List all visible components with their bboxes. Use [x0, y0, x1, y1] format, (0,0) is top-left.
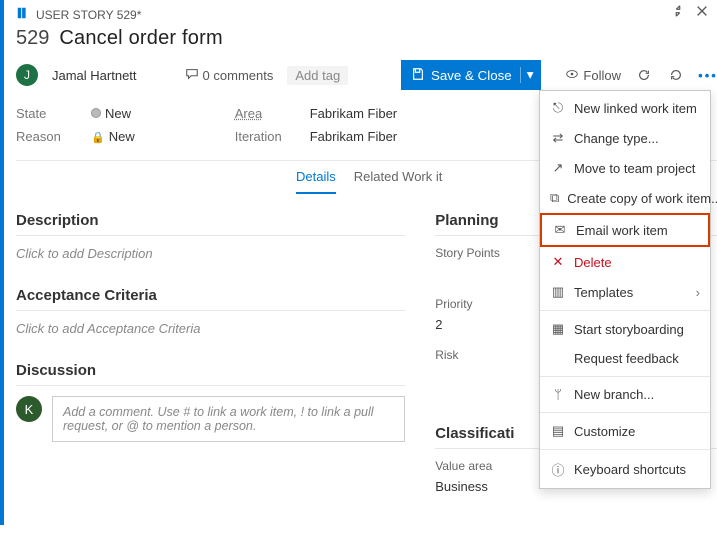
info-icon: ⓘ — [550, 460, 566, 479]
link-icon: ⎋ — [550, 100, 566, 116]
menu-email-work-item[interactable]: ✉ Email work item — [540, 213, 710, 247]
comments-button[interactable]: 0 comments — [185, 67, 274, 84]
copy-icon: ⧉ — [550, 190, 559, 206]
menu-new-branch[interactable]: ᛘ New branch... — [540, 380, 710, 409]
close-icon[interactable] — [695, 4, 709, 21]
menu-feedback[interactable]: Request feedback — [540, 344, 710, 373]
context-menu: ⎋ New linked work item ⇄ Change type... … — [539, 90, 711, 489]
comments-count: 0 comments — [203, 68, 274, 83]
area-value[interactable]: Fabrikam Fiber — [310, 106, 397, 121]
tab-related[interactable]: Related Work it — [354, 161, 443, 194]
move-icon: ↗ — [550, 160, 566, 176]
avatar: K — [16, 396, 42, 422]
avatar[interactable]: J — [16, 64, 38, 86]
menu-storyboard[interactable]: ▦ Start storyboarding — [540, 314, 710, 344]
page-title[interactable]: Cancel order form — [59, 27, 222, 50]
area-label: Area — [235, 106, 290, 121]
follow-label: Follow — [583, 68, 621, 83]
refresh-icon[interactable] — [635, 66, 653, 84]
save-and-close-button[interactable]: Save & Close ▾ — [401, 60, 541, 90]
lock-icon: 🔒 — [91, 132, 105, 144]
swap-icon: ⇄ — [550, 130, 566, 146]
eye-icon — [565, 67, 579, 84]
breadcrumb: USER STORY 529* — [16, 0, 717, 25]
menu-move-team[interactable]: ↗ Move to team project — [540, 153, 710, 183]
book-icon — [16, 6, 30, 23]
more-actions-button[interactable]: ••• — [699, 66, 717, 84]
chevron-right-icon: › — [696, 285, 700, 300]
menu-change-type[interactable]: ⇄ Change type... — [540, 123, 710, 153]
branch-icon: ᛘ — [550, 387, 566, 402]
breadcrumb-text: USER STORY 529* — [36, 8, 141, 22]
undo-icon[interactable] — [667, 66, 685, 84]
state-label: State — [16, 106, 71, 121]
tab-details[interactable]: Details — [296, 161, 336, 194]
menu-create-copy[interactable]: ⧉ Create copy of work item... — [540, 183, 710, 213]
chevron-down-icon[interactable]: ▾ — [520, 67, 534, 83]
reason-value[interactable]: 🔒New — [91, 129, 135, 144]
storyboard-icon: ▦ — [550, 321, 566, 337]
menu-customize[interactable]: ▤ Customize — [540, 416, 710, 446]
menu-new-linked[interactable]: ⎋ New linked work item — [540, 93, 710, 123]
assigned-user[interactable]: Jamal Hartnett — [52, 68, 137, 83]
discussion-heading: Discussion — [16, 362, 405, 386]
save-label: Save & Close — [431, 68, 512, 83]
menu-templates[interactable]: ▥ Templates › — [540, 277, 710, 307]
menu-delete[interactable]: ✕ Delete — [540, 247, 710, 277]
collapse-icon[interactable] — [671, 4, 685, 21]
delete-icon: ✕ — [550, 254, 566, 270]
description-field[interactable]: Click to add Description — [16, 246, 405, 261]
iteration-label: Iteration — [235, 129, 290, 144]
mail-icon: ✉ — [552, 222, 568, 238]
speech-bubble-icon — [185, 67, 199, 84]
acceptance-heading: Acceptance Criteria — [16, 287, 405, 311]
template-icon: ▥ — [550, 284, 566, 300]
iteration-value[interactable]: Fabrikam Fiber — [310, 129, 397, 144]
customize-icon: ▤ — [550, 423, 566, 439]
acceptance-field[interactable]: Click to add Acceptance Criteria — [16, 321, 405, 336]
add-tag-button[interactable]: Add tag — [287, 66, 348, 85]
menu-shortcuts[interactable]: ⓘ Keyboard shortcuts — [540, 453, 710, 486]
follow-button[interactable]: Follow — [565, 67, 621, 84]
description-heading: Description — [16, 212, 405, 236]
comment-input[interactable]: Add a comment. Use # to link a work item… — [52, 396, 405, 442]
reason-label: Reason — [16, 129, 71, 144]
state-value[interactable]: New — [91, 106, 131, 121]
work-item-id: 529 — [16, 27, 49, 50]
save-icon — [411, 67, 425, 84]
